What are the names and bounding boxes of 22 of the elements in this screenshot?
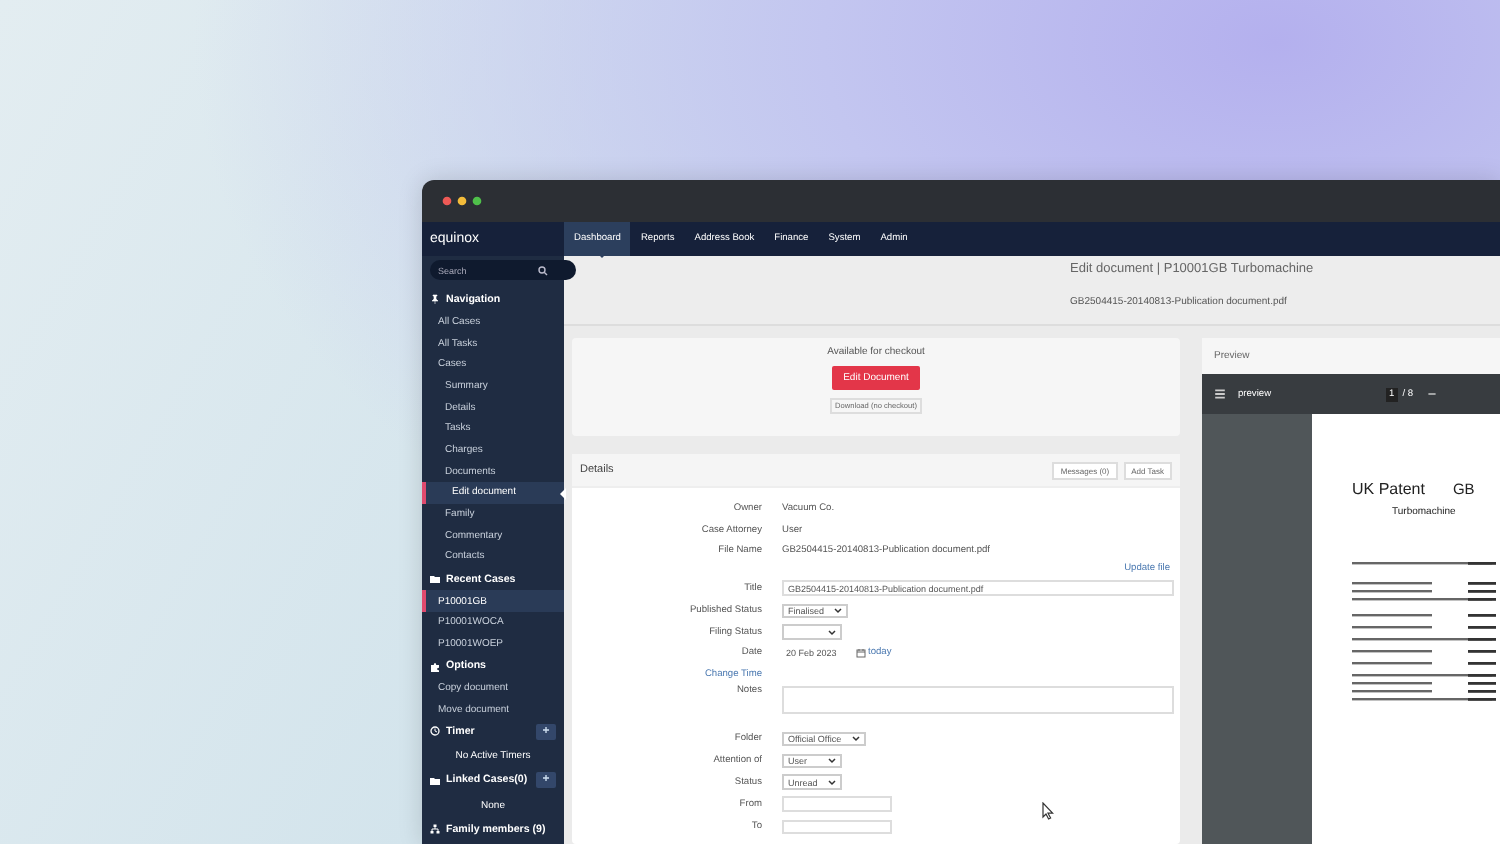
- puzzle-icon: [430, 661, 440, 672]
- calendar-icon: [856, 648, 866, 659]
- pin-icon: [430, 294, 440, 305]
- folder-icon: [430, 574, 440, 584]
- zoom-out-icon: [1425, 388, 1438, 400]
- chevron-down-icon: [834, 607, 843, 614]
- mouse-cursor-icon: [1042, 802, 1054, 820]
- chevron-down-icon: [828, 779, 836, 786]
- menu-icon: [1214, 388, 1226, 400]
- sitemap-icon: [430, 824, 440, 835]
- folder-icon: [430, 775, 440, 786]
- clock-icon: [430, 726, 440, 737]
- chevron-down-icon: [828, 629, 836, 636]
- chevron-down-icon: [851, 735, 860, 742]
- dropdown[interactable]: [782, 624, 842, 640]
- window-controls-icon: [442, 196, 482, 206]
- search-icon: [538, 265, 548, 275]
- chevron-down-icon: [828, 757, 836, 764]
- patent-heading: UK Patent: [1352, 480, 1425, 498]
- notes-field[interactable]: [782, 686, 1174, 715]
- input-field[interactable]: [782, 819, 892, 835]
- input-field[interactable]: [782, 796, 892, 812]
